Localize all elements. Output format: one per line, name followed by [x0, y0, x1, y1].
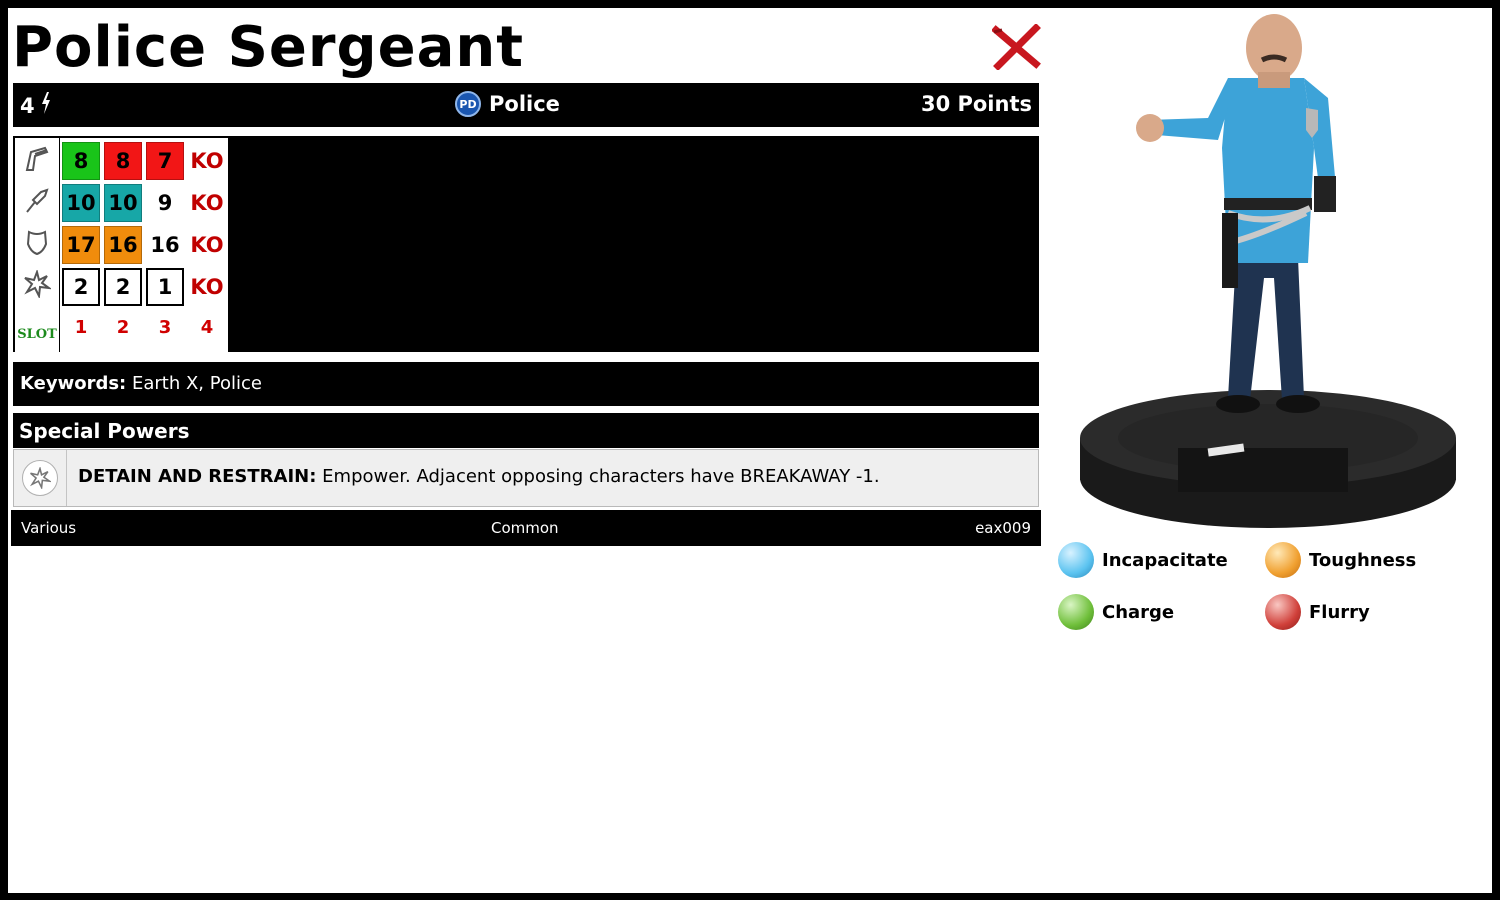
stat-icon-column: SLOT [15, 138, 59, 352]
speed-number: 4 [20, 93, 35, 118]
dial-value-damage: 2 [104, 268, 142, 306]
lightning-bolt-icon [41, 92, 51, 119]
burst-damage-icon [21, 268, 53, 300]
boot-speed-icon [21, 142, 53, 174]
team-ability[interactable]: PD Police [455, 91, 560, 117]
dial-value-defense: 16 [150, 233, 180, 257]
artist: Various [21, 519, 77, 537]
legend-label: Toughness [1309, 549, 1417, 571]
dial-value-speed: 8 [62, 142, 100, 180]
charge-icon [1058, 594, 1094, 630]
slot-label: SLOT [17, 326, 57, 342]
character-name: Police Sergeant [12, 15, 524, 80]
dial-value-damage: 2 [62, 268, 100, 306]
figure-image [1078, 8, 1458, 533]
dial-value-defense: 17 [62, 226, 100, 264]
set-id: eax009 [975, 519, 1031, 537]
special-power-row: DETAIN AND RESTRAIN: Empower. Adjacent o… [13, 449, 1039, 507]
legend-incapacitate[interactable]: Incapacitate [1058, 542, 1228, 578]
flurry-icon [1265, 594, 1301, 630]
speed-value: 4 [20, 92, 51, 119]
close-icon[interactable] [991, 23, 1042, 71]
click-number: 1 [74, 316, 88, 338]
legend-label: Incapacitate [1102, 549, 1228, 571]
ko-marker: KO [190, 233, 224, 257]
character-card: Police Sergeant 4 PD Police 30 Points SL… [8, 8, 1492, 893]
shield-defense-icon [21, 226, 53, 258]
click-number: 3 [158, 316, 172, 338]
fist-attack-icon [21, 184, 53, 216]
rarity: Common [491, 519, 559, 537]
incapacitate-icon [1058, 542, 1094, 578]
special-powers-header: Special Powers [13, 413, 1039, 448]
dial-value-speed: 7 [146, 142, 184, 180]
click-number: 4 [200, 316, 214, 338]
keywords-label: Keywords: [20, 373, 127, 394]
ko-marker: KO [190, 191, 224, 215]
toughness-icon [1265, 542, 1301, 578]
power-icon-cell [14, 450, 67, 506]
keywords-value: Earth X, Police [131, 373, 262, 394]
keywords-bar: Keywords: Earth X, Police [13, 362, 1039, 406]
legend-toughness[interactable]: Toughness [1265, 542, 1416, 578]
dial-value-speed: 8 [104, 142, 142, 180]
legend-flurry[interactable]: Flurry [1265, 594, 1370, 630]
power-text: Empower. Adjacent opposing characters ha… [322, 466, 880, 487]
point-value: 30 Points [920, 92, 1032, 116]
special-powers-title: Special Powers [19, 419, 190, 443]
ko-marker: KO [190, 149, 224, 173]
legend-label: Charge [1102, 601, 1175, 623]
dial-value-attack: 10 [62, 184, 100, 222]
footer-bar: Various Common eax009 [11, 510, 1041, 546]
dial-value-defense: 16 [104, 226, 142, 264]
police-badge-icon: PD [455, 91, 481, 117]
ko-marker: KO [190, 275, 224, 299]
legend-charge[interactable]: Charge [1058, 594, 1174, 630]
keywords-text: Keywords: Earth X, Police [20, 373, 262, 394]
legend-label: Flurry [1309, 601, 1370, 623]
power-description: DETAIN AND RESTRAIN: Empower. Adjacent o… [78, 466, 880, 487]
team-name: Police [489, 92, 560, 116]
burst-damage-icon [22, 460, 58, 496]
header-bar: 4 PD Police 30 Points [13, 83, 1039, 127]
power-legend: Incapacitate Toughness Charge Flurry [1058, 542, 1478, 652]
dial-value-attack: 10 [104, 184, 142, 222]
click-number: 2 [116, 316, 130, 338]
dial-grid: 8 8 7 KO 10 10 9 KO 17 16 16 KO 2 2 1 KO 1 2 3 4 [60, 138, 228, 352]
dial-value-attack: 9 [157, 191, 173, 215]
dial-value-damage: 1 [146, 268, 184, 306]
power-name: DETAIN AND RESTRAIN: [78, 466, 317, 487]
combat-dial: SLOT 8 8 7 KO 10 10 9 KO 17 16 16 KO 2 2 1 KO 1 2 3 4 [13, 134, 1039, 352]
